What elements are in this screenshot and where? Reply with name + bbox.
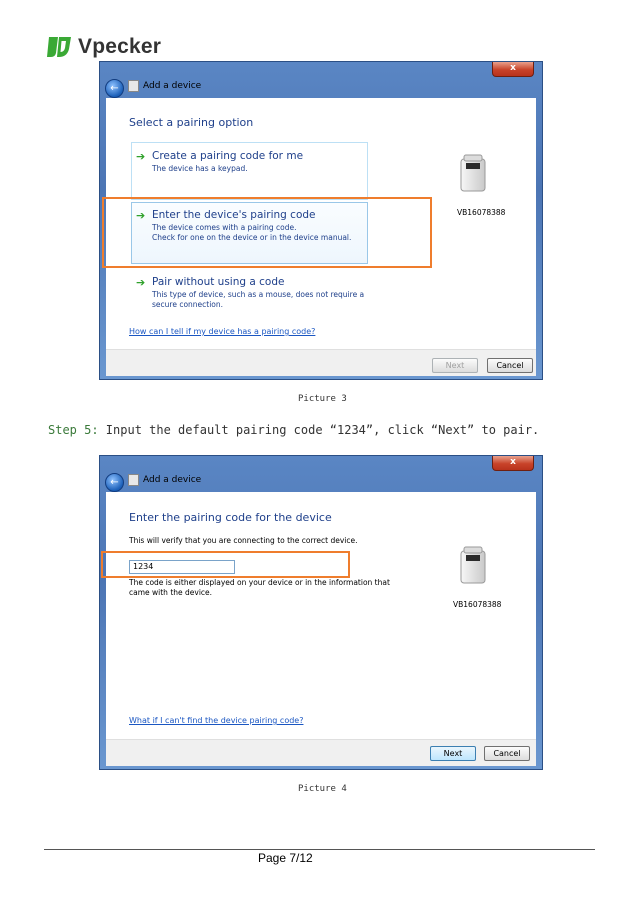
back-arrow-icon[interactable]: ← (105, 79, 124, 98)
option-title[interactable]: Pair without using a code (152, 276, 284, 288)
dialog-content: Enter the pairing code for the device Th… (106, 492, 536, 739)
title-bar: x ← Add a device (100, 456, 542, 492)
window-title: Add a device (128, 474, 201, 486)
title-bar: x ← Add a device (100, 62, 542, 98)
device-icon (456, 153, 490, 193)
device-name: VB16078388 (453, 600, 502, 609)
next-button[interactable]: Next (430, 746, 476, 761)
cancel-button[interactable]: Cancel (484, 746, 530, 761)
device-icon (456, 545, 490, 585)
figure-caption: Picture 4 (298, 784, 347, 794)
footer-divider (44, 849, 595, 850)
help-link[interactable]: How can I tell if my device has a pairin… (129, 327, 315, 336)
green-arrow-icon: ➔ (136, 276, 146, 289)
close-button[interactable]: x (492, 456, 534, 471)
option-description: secure connection. (152, 300, 224, 309)
option-title: Create a pairing code for me (152, 150, 304, 162)
code-note: The code is either displayed on your dev… (129, 578, 390, 587)
figure-caption: Picture 3 (298, 394, 347, 404)
help-link[interactable]: What if I can't find the device pairing … (129, 716, 303, 725)
brand-name: Vpecker (78, 35, 162, 58)
option-description: The device has a keypad. (152, 164, 248, 173)
add-device-dialog-2: x ← Add a device Enter the pairing code … (99, 455, 543, 770)
option-description: This type of device, such as a mouse, do… (152, 290, 365, 299)
intro-text: This will verify that you are connecting… (129, 536, 358, 545)
close-button[interactable]: x (492, 62, 534, 77)
add-device-icon (128, 80, 139, 92)
dialog-footer: Next Cancel (106, 739, 536, 766)
page-heading: Select a pairing option (129, 116, 254, 129)
code-note: came with the device. (129, 588, 213, 597)
back-arrow-icon[interactable]: ← (105, 473, 124, 492)
window-title: Add a device (128, 80, 201, 92)
cancel-button[interactable]: Cancel (487, 358, 533, 373)
page-number: Page 7/12 (258, 851, 313, 865)
step-label: Step 5: (48, 423, 99, 437)
highlight-box (102, 197, 432, 268)
step-instruction: Step 5: Input the default pairing code “… (48, 423, 539, 437)
green-arrow-icon: ➔ (136, 150, 146, 163)
brand-logo: Vpecker (46, 34, 161, 60)
window-title-text: Add a device (143, 475, 202, 485)
add-device-icon (128, 474, 139, 486)
device-name: VB16078388 (457, 208, 506, 217)
next-button[interactable]: Next (432, 358, 478, 373)
step-text: Input the default pairing code “1234”, c… (98, 423, 540, 437)
dialog-footer: Next Cancel (106, 349, 536, 376)
page-heading: Enter the pairing code for the device (129, 511, 332, 524)
vpecker-logo-icon (46, 35, 72, 59)
window-title-text: Add a device (143, 81, 202, 91)
highlight-box (101, 551, 350, 578)
